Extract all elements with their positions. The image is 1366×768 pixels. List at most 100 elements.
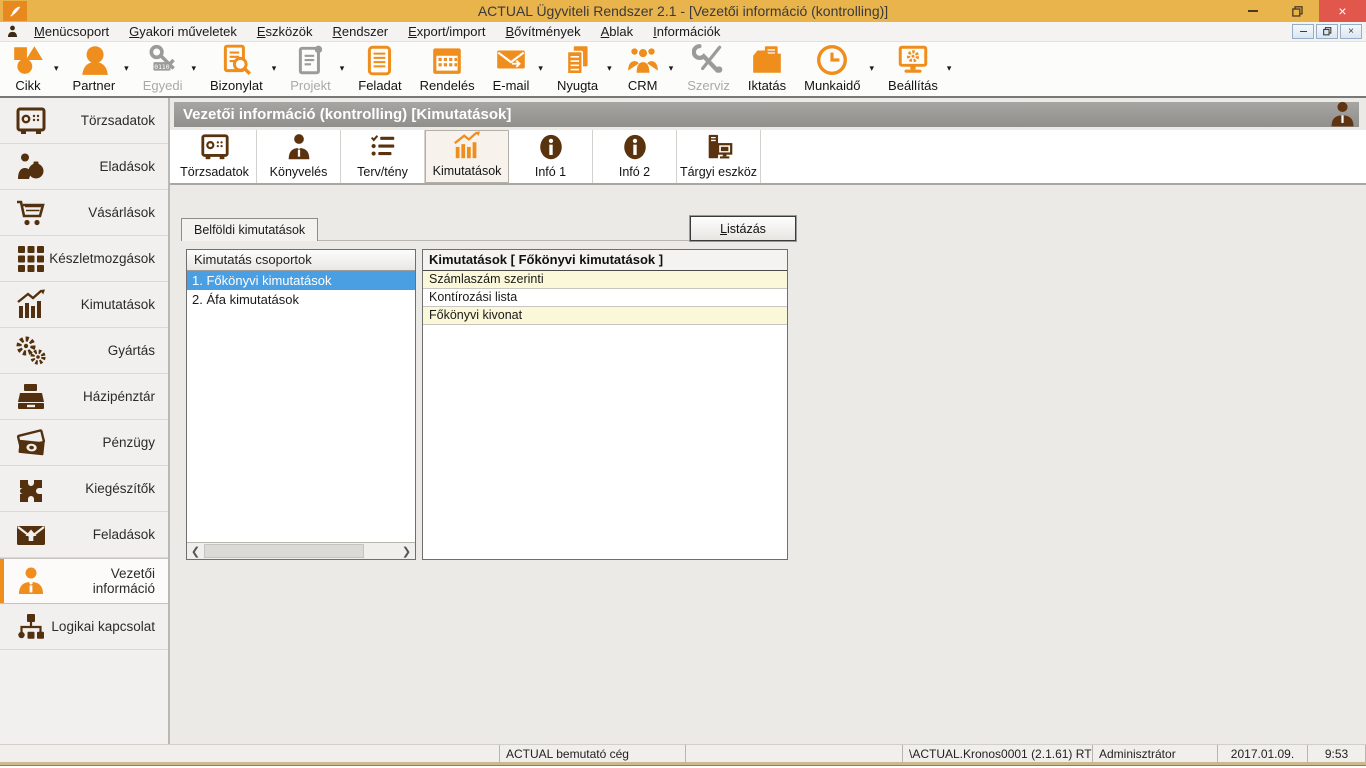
- toolbar-iktatas-button[interactable]: Iktatás: [739, 40, 795, 96]
- menu-item-export-import[interactable]: Export/import: [398, 23, 495, 41]
- status-company: ACTUAL bemutató cég: [500, 745, 686, 762]
- sidebar-item-logikai-kapcsolat[interactable]: Logikai kapcsolat: [0, 604, 168, 650]
- toolbar-bizonylat-button[interactable]: Bizonylat: [201, 40, 272, 96]
- horizontal-scrollbar[interactable]: ❮ ❯: [187, 542, 415, 559]
- sidebar-item-kimutatasok[interactable]: Kimutatások: [0, 282, 168, 328]
- tab-belfoldi-kimutatasok[interactable]: Belföldi kimutatások: [181, 218, 318, 241]
- menu-item-ablak[interactable]: Ablak: [591, 23, 644, 41]
- tab-kimutatasok[interactable]: Kimutatások: [425, 130, 509, 183]
- cash-register-icon: [14, 381, 48, 413]
- unique-key-icon: 0110: [146, 43, 180, 77]
- sidebar-item-kiegeszitok[interactable]: Kiegészítők: [0, 466, 168, 512]
- minimize-button[interactable]: [1231, 0, 1275, 22]
- scroll-right-icon[interactable]: ❯: [398, 543, 415, 559]
- reports-panel-header: Kimutatások [ Főkönyvi kimutatások ]: [423, 250, 787, 271]
- mdi-minimize-button[interactable]: [1292, 24, 1314, 39]
- settings-monitor-icon: [896, 43, 930, 77]
- mdi-restore-button[interactable]: [1316, 24, 1338, 39]
- gears-icon: [14, 335, 48, 367]
- sidebar-item-hazipenztar[interactable]: Házipénztár: [0, 374, 168, 420]
- egyedi-dropdown-arrow[interactable]: ▾: [191, 63, 196, 74]
- sidebar-item-gyartas[interactable]: Gyártás: [0, 328, 168, 374]
- tab-info-1[interactable]: Infó 1: [509, 130, 593, 183]
- safe-icon: [14, 105, 48, 137]
- munkaido-dropdown-arrow[interactable]: ▾: [870, 63, 875, 74]
- nyugta-dropdown-arrow[interactable]: ▾: [607, 63, 612, 74]
- toolbar-beallitas-button[interactable]: Beállítás: [879, 40, 947, 96]
- menu-item-rendszer[interactable]: Rendszer: [322, 23, 398, 41]
- sales-person-icon: [14, 151, 48, 183]
- tab-info-2[interactable]: Infó 2: [593, 130, 677, 183]
- email-dropdown-arrow[interactable]: ▾: [538, 63, 543, 74]
- status-user: Adminisztrátor: [1093, 745, 1218, 762]
- menu-item-bovitmenyek[interactable]: Bővítmények: [495, 23, 590, 41]
- bar-chart-icon: [14, 289, 48, 321]
- menu-item-informaciok[interactable]: Információk: [643, 23, 730, 41]
- title-bar: ACTUAL Ügyviteli Rendszer 2.1 - [Vezetői…: [0, 0, 1366, 22]
- toolbar-cikk-button[interactable]: Cikk: [2, 40, 54, 96]
- main-area: Vezetői információ (kontrolling) [Kimuta…: [170, 98, 1366, 744]
- partner-dropdown-arrow[interactable]: ▾: [124, 63, 129, 74]
- mdi-close-button[interactable]: ×: [1340, 24, 1362, 39]
- content-area: Belföldi kimutatások Listázás Kimutatás …: [170, 185, 1366, 744]
- groups-panel-header: Kimutatás csoportok: [187, 250, 415, 271]
- status-bar: ACTUAL bemutató cég \ACTUAL.Kronos0001 (…: [0, 744, 1366, 762]
- banknotes-icon: [14, 427, 48, 459]
- sidebar-item-torzsadatok[interactable]: Törzsadatok: [0, 98, 168, 144]
- bizonylat-dropdown-arrow[interactable]: ▾: [272, 63, 277, 74]
- report-row-fokonyvi-kivonat[interactable]: Főkönyvi kivonat: [423, 307, 787, 325]
- restore-button[interactable]: [1275, 0, 1319, 22]
- sidebar-item-eladasok[interactable]: Eladások: [0, 144, 168, 190]
- report-row-kontirozasi[interactable]: Kontírozási lista: [423, 289, 787, 307]
- status-date: 2017.01.09.: [1218, 745, 1308, 762]
- toolbar-egyedi-button: 0110 Egyedi: [134, 40, 192, 96]
- sidebar-item-vasarlasok[interactable]: Vásárlások: [0, 190, 168, 236]
- sidebar-item-feladasok[interactable]: Feladások: [0, 512, 168, 558]
- toolbar-crm-button[interactable]: CRM: [617, 40, 669, 96]
- status-spacer-cell: [686, 745, 903, 762]
- bar-chart-icon: [452, 131, 482, 161]
- accountant-icon: [284, 132, 314, 162]
- sidebar-item-vezetoi-informacio[interactable]: Vezetői információ: [0, 558, 168, 604]
- cikk-dropdown-arrow[interactable]: ▾: [54, 63, 59, 74]
- menu-item-gyakori-muveletek[interactable]: Gyakori műveletek: [119, 23, 247, 41]
- group-row-afa[interactable]: 2. Áfa kimutatások: [187, 290, 415, 309]
- crm-dropdown-arrow[interactable]: ▾: [669, 63, 674, 74]
- toolbar-munkaido-button[interactable]: Munkaidő: [795, 40, 869, 96]
- status-empty-cell: [0, 745, 500, 762]
- close-button[interactable]: ×: [1319, 0, 1366, 22]
- toolbar-feladat-button[interactable]: Feladat: [349, 40, 410, 96]
- report-row-szamlaszam[interactable]: Számlaszám szerinti: [423, 271, 787, 289]
- scrollbar-thumb[interactable]: [204, 544, 364, 558]
- info-icon: [620, 132, 650, 162]
- group-row-fokonyvi[interactable]: 1. Főkönyvi kimutatások: [187, 271, 415, 290]
- receipt-search-icon: [219, 43, 253, 77]
- safe-icon: [200, 132, 230, 162]
- crm-people-icon: [626, 43, 660, 77]
- user-icon: [7, 25, 18, 38]
- menu-item-eszkozok[interactable]: Eszközök: [247, 23, 323, 41]
- toolbar: Cikk ▾ Partner ▾ 0110 Egyedi ▾ Bizonylat…: [0, 42, 1366, 98]
- toolbar-email-button[interactable]: E-mail: [484, 40, 539, 96]
- tab-konyveles[interactable]: Könyvelés: [257, 130, 341, 183]
- svg-text:0110: 0110: [154, 63, 169, 71]
- toolbar-nyugta-button[interactable]: Nyugta: [548, 40, 607, 96]
- tab-torzsadatok[interactable]: Törzsadatok: [173, 130, 257, 183]
- menu-item-menucsoport[interactable]: Menücsoport: [24, 23, 119, 41]
- puzzle-icon: [14, 473, 48, 505]
- beallitas-dropdown-arrow[interactable]: ▾: [947, 63, 952, 74]
- asset-computer-icon: [704, 132, 734, 162]
- tab-targyi-eszkoz[interactable]: Tárgyi eszköz: [677, 130, 761, 183]
- toolbar-partner-button[interactable]: Partner: [64, 40, 125, 96]
- service-tools-icon: [692, 43, 726, 77]
- projekt-dropdown-arrow[interactable]: ▾: [340, 63, 345, 74]
- sidebar-item-keszletmozgasok[interactable]: Készletmozgások: [0, 236, 168, 282]
- tab-terv-teny[interactable]: Terv/tény: [341, 130, 425, 183]
- scroll-left-icon[interactable]: ❮: [187, 543, 204, 559]
- module-header: Vezetői információ (kontrolling) [Kimuta…: [174, 102, 1359, 127]
- toolbar-rendeles-button[interactable]: Rendelés: [411, 40, 484, 96]
- listazas-button[interactable]: Listázás: [690, 216, 796, 241]
- manager-info-icon: [14, 565, 48, 597]
- report-groups-panel: Kimutatás csoportok 1. Főkönyvi kimutatá…: [186, 249, 416, 560]
- sidebar-item-penzugy[interactable]: Pénzügy: [0, 420, 168, 466]
